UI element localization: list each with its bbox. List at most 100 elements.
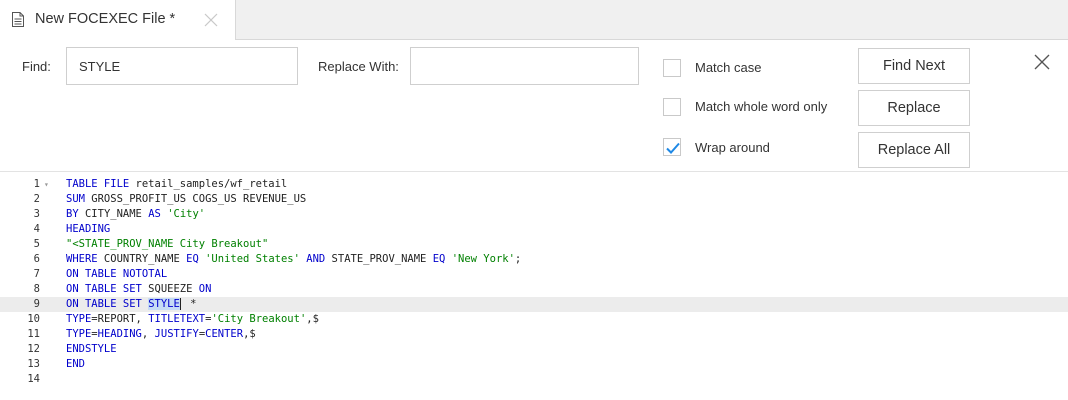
code-token: EQ <box>432 253 446 265</box>
code-token: STATE_PROV_NAME <box>325 253 433 265</box>
code-token: AND <box>306 253 326 265</box>
line-number: 10 <box>27 313 40 325</box>
code-token: * <box>183 298 197 310</box>
close-icon[interactable] <box>1033 53 1051 71</box>
code-token: CENTER <box>205 328 244 340</box>
search-match-highlight: STYLE <box>148 298 180 310</box>
line-number: 7 <box>33 268 40 280</box>
code-text: ON TABLE SET SQUEEZE ON <box>66 282 211 297</box>
code-text: TYPE=HEADING, JUSTIFY=CENTER,$ <box>66 327 256 342</box>
line-number: 8 <box>33 283 40 295</box>
code-line[interactable]: 3 BY CITY_NAME AS 'City' <box>0 207 1068 222</box>
replace-with-label: Replace With: <box>318 59 399 74</box>
code-line[interactable]: 13 END <box>0 357 1068 372</box>
code-token: TYPE <box>66 313 92 325</box>
code-token: AS <box>148 208 161 220</box>
replace-input[interactable] <box>410 47 639 85</box>
line-number: 11 <box>27 328 40 340</box>
fold-toggle-icon[interactable]: ▾ <box>44 177 49 192</box>
find-label: Find: <box>22 59 51 74</box>
code-token: "<STATE_PROV_NAME City Breakout" <box>66 238 269 250</box>
code-token: HEADING <box>66 223 111 235</box>
code-token: BY <box>66 208 79 220</box>
code-token: SUM <box>66 193 85 205</box>
code-token: COUNTRY_NAME <box>97 253 187 265</box>
match-whole-word-checkbox[interactable] <box>663 98 681 116</box>
code-text: ENDSTYLE <box>66 342 117 357</box>
match-whole-word-label: Match whole word only <box>695 99 828 114</box>
line-number: 2 <box>33 193 40 205</box>
code-line[interactable]: 2 SUM GROSS_PROFIT_US COGS_US REVENUE_US <box>0 192 1068 207</box>
code-token: 'United States' <box>205 253 300 265</box>
code-token: END <box>66 358 85 370</box>
code-line[interactable]: 6 WHERE COUNTRY_NAME EQ 'United States' A… <box>0 252 1068 267</box>
code-token: 'New York' <box>451 253 515 265</box>
code-text: TYPE=REPORT, TITLETEXT='City Breakout',$ <box>66 312 319 327</box>
text-cursor <box>179 298 181 310</box>
code-token: HEADING <box>97 328 142 340</box>
code-line[interactable]: 10 TYPE=REPORT, TITLETEXT='City Breakout'… <box>0 312 1068 327</box>
code-line[interactable]: 11 TYPE=HEADING, JUSTIFY=CENTER,$ <box>0 327 1068 342</box>
code-token: , <box>141 328 155 340</box>
line-number: 5 <box>33 238 40 250</box>
code-token: JUSTIFY <box>154 328 199 340</box>
line-number: 4 <box>33 223 40 235</box>
code-token: ON TABLE SET <box>66 298 142 310</box>
code-editor[interactable]: 1 ▾ TABLE FILE retail_samples/wf_retail 2 SU… <box>0 172 1068 400</box>
wrap-around-checkbox[interactable] <box>663 138 681 156</box>
tab-title: New FOCEXEC File * <box>35 11 176 27</box>
code-text: ON TABLE NOTOTAL <box>66 267 167 282</box>
code-token: =REPORT, <box>91 313 149 325</box>
line-number: 3 <box>33 208 40 220</box>
code-text: "<STATE_PROV_NAME City Breakout" <box>66 237 268 252</box>
code-token: ENDSTYLE <box>66 343 117 355</box>
match-case-label: Match case <box>695 60 762 75</box>
checkmark-icon <box>666 142 680 154</box>
code-token: ; <box>514 253 522 265</box>
line-number: 9 <box>33 298 40 310</box>
code-token: ON TABLE SET <box>66 283 142 295</box>
tab-bar: New FOCEXEC File * <box>0 0 1068 40</box>
code-text: ON TABLE SET STYLE * <box>66 297 196 312</box>
match-case-checkbox[interactable] <box>663 59 681 77</box>
line-number: 14 <box>27 373 40 385</box>
find-next-button[interactable]: Find Next <box>858 48 970 84</box>
code-token: ,$ <box>306 313 319 325</box>
code-line[interactable]: 12 ENDSTYLE <box>0 342 1068 357</box>
line-number: 6 <box>33 253 40 265</box>
line-number: 1 <box>33 178 40 190</box>
code-text: HEADING <box>66 222 110 237</box>
line-number: 12 <box>27 343 40 355</box>
code-token: ,$ <box>243 328 256 340</box>
code-token: TYPE <box>66 328 92 340</box>
code-line[interactable]: 9 ON TABLE SET STYLE * <box>0 297 1068 312</box>
code-line[interactable]: 1 ▾ TABLE FILE retail_samples/wf_retail <box>0 177 1068 192</box>
code-token: 'City' <box>167 208 206 220</box>
code-line[interactable]: 4 HEADING <box>0 222 1068 237</box>
find-replace-panel: Find: Replace With: Match case Match who… <box>0 40 1068 172</box>
line-number: 13 <box>27 358 40 370</box>
code-text: SUM GROSS_PROFIT_US COGS_US REVENUE_US <box>66 192 306 207</box>
find-input[interactable] <box>66 47 298 85</box>
replace-all-button[interactable]: Replace All <box>858 132 970 168</box>
code-token: SQUEEZE <box>141 283 199 295</box>
code-token: ON <box>198 283 212 295</box>
code-token: CITY_NAME <box>78 208 149 220</box>
code-line[interactable]: 5 "<STATE_PROV_NAME City Breakout" <box>0 237 1068 252</box>
code-text: END <box>66 357 85 372</box>
code-token: WHERE <box>66 253 98 265</box>
code-line[interactable]: 7 ON TABLE NOTOTAL <box>0 267 1068 282</box>
code-text: BY CITY_NAME AS 'City' <box>66 207 205 222</box>
code-line[interactable]: 8 ON TABLE SET SQUEEZE ON <box>0 282 1068 297</box>
code-token: TABLE FILE <box>66 178 130 190</box>
close-tab-icon[interactable] <box>204 13 218 27</box>
code-line[interactable]: 14 <box>0 372 1068 387</box>
code-token: GROSS_PROFIT_US COGS_US REVENUE_US <box>84 193 307 205</box>
wrap-around-label: Wrap around <box>695 140 770 155</box>
code-token: ON TABLE NOTOTAL <box>66 268 168 280</box>
code-token: EQ <box>186 253 199 265</box>
replace-button[interactable]: Replace <box>858 90 970 126</box>
document-icon <box>12 12 24 27</box>
tab-new-focexec-file[interactable]: New FOCEXEC File * <box>0 0 236 40</box>
code-token: 'City Breakout' <box>211 313 307 325</box>
